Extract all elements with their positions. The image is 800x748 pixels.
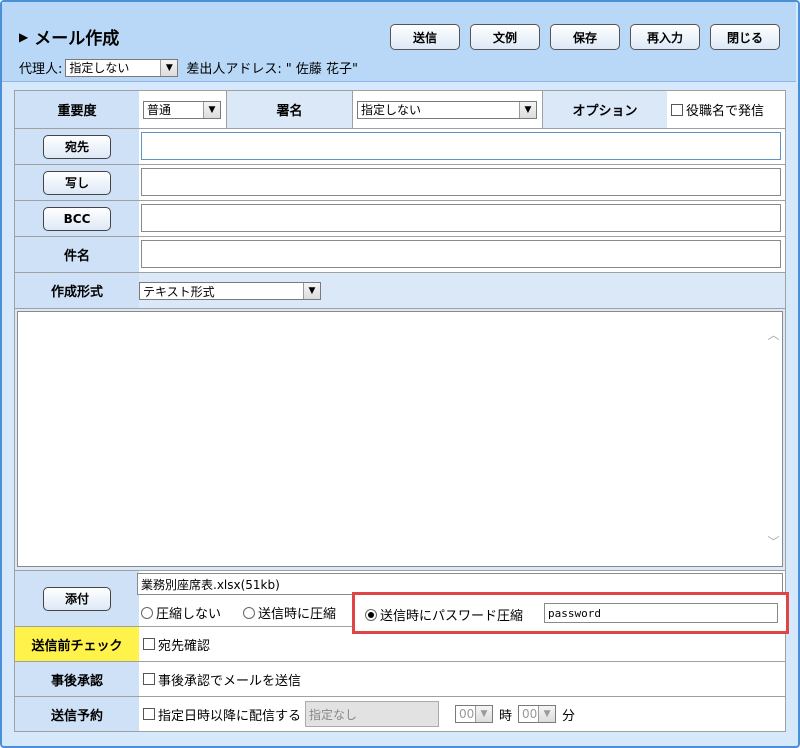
cc-row: 写し [15,165,785,201]
compress-send-label: 送信時に圧縮 [258,607,337,622]
format-cell: テキスト形式 ▼ [139,273,321,309]
option-label: オプション [543,91,667,128]
sender-label: 差出人アドレス: [186,62,282,77]
compress-none-option[interactable]: 圧縮しない [141,603,221,622]
proxy-select-value: 指定しない [69,61,130,75]
proxy-select[interactable]: 指定しない ▼ [65,58,179,77]
approval-label: 事後承認 [15,662,139,696]
title-send-checkbox[interactable] [671,103,683,116]
minute-select[interactable]: 00 ▼ [518,705,557,723]
cc-input[interactable] [141,168,781,196]
format-select-value: テキスト形式 [143,284,215,299]
approval-option-label: 事後承認でメールを送信 [158,673,302,689]
compress-password-radio[interactable] [365,608,377,621]
attach-label-cell: 添付 [15,571,139,626]
password-compress-highlight: 送信時にパスワード圧縮 password [352,592,789,634]
compress-none-label: 圧縮しない [156,607,222,622]
send-button[interactable]: 送信 [390,24,460,50]
bcc-row: BCC [15,201,785,237]
format-select[interactable]: テキスト形式 ▼ [139,282,321,300]
chevron-down-icon: ▼ [538,706,556,722]
subject-label: 件名 [15,237,139,272]
compress-none-radio[interactable] [141,606,153,619]
schedule-row: 送信予約 指定日時以降に配信する 指定なし 00 ▼ 時 00 ▼ 分 [15,697,785,731]
to-input[interactable] [141,132,781,160]
bcc-button[interactable]: BCC [43,206,111,231]
attach-button[interactable]: 添付 [43,586,111,611]
schedule-option-label: 指定日時以降に配信する [158,708,302,724]
approval-row: 事後承認 事後承認でメールを送信 [15,662,785,697]
body-row: ︿ ﹀ [15,309,785,571]
chevron-down-icon: ▼ [160,59,178,76]
priority-select[interactable]: 普通 ▼ [143,100,221,119]
proxy-line: 代理人: 指定しない ▼ 差出人アドレス: " 佐藤 花子" [19,58,358,77]
bcc-input[interactable] [141,204,781,232]
priority-label: 重要度 [15,91,139,128]
compose-form: 重要度 普通 ▼ 署名 指定しない ▼ オプション 役職名で発信 宛先 写し B… [14,90,786,732]
proxy-label: 代理人: [19,62,63,77]
subject-input[interactable] [141,240,781,268]
password-input[interactable]: password [544,603,778,623]
reenter-button[interactable]: 再入力 [630,24,700,50]
scroll-up-icon[interactable]: ︿ [765,326,782,343]
hour-unit: 時 [499,708,513,724]
approval-cell: 事後承認でメールを送信 [143,662,301,696]
body-textarea[interactable]: ︿ ﹀ [17,311,783,567]
schedule-label: 送信予約 [15,697,139,731]
chevron-down-icon: ▼ [475,706,493,722]
page-title-text: メール作成 [34,29,120,49]
play-triangle-icon: ▶ [19,29,29,44]
close-button[interactable]: 閉じる [710,24,780,50]
subject-row: 件名 [15,237,785,273]
to-row: 宛先 [15,129,785,165]
compress-password-label: 送信時にパスワード圧縮 [380,609,524,624]
signature-label: 署名 [227,91,353,128]
chevron-down-icon: ▼ [303,283,320,299]
schedule-checkbox[interactable] [143,708,155,720]
precheck-cell: 宛先確認 [143,627,210,661]
save-button[interactable]: 保存 [550,24,620,50]
format-label: 作成形式 [15,273,139,308]
bcc-label-cell: BCC [15,201,139,236]
signature-select-value: 指定しない [361,103,422,117]
approval-checkbox[interactable] [143,673,155,685]
sender-value: " 佐藤 花子" [285,62,359,77]
option-cell: 役職名で発信 [671,91,785,128]
priority-row: 重要度 普通 ▼ 署名 指定しない ▼ オプション 役職名で発信 [15,91,785,129]
compress-send-option[interactable]: 送信時に圧縮 [243,603,336,622]
priority-cell: 普通 ▼ [139,91,227,128]
recipient-check-checkbox[interactable] [143,638,155,650]
compress-password-option[interactable]: 送信時にパスワード圧縮 [365,605,523,624]
priority-select-value: 普通 [147,103,172,117]
recipient-check-label: 宛先確認 [158,638,211,654]
signature-cell: 指定しない ▼ [353,91,543,128]
chevron-down-icon: ▼ [203,101,220,118]
schedule-date-input[interactable]: 指定なし [305,701,440,727]
hour-select[interactable]: 00 ▼ [455,705,494,723]
signature-select[interactable]: 指定しない ▼ [357,100,537,119]
precheck-label: 送信前チェック [15,627,139,661]
body-scrollbar[interactable]: ︿ ﹀ [765,312,782,566]
schedule-cell: 指定日時以降に配信する 指定なし 00 ▼ 時 00 ▼ 分 [143,697,575,731]
cc-button[interactable]: 写し [43,170,111,195]
to-label-cell: 宛先 [15,129,139,164]
scroll-down-icon[interactable]: ﹀ [765,533,782,550]
hour-select-value: 00 [459,707,475,721]
minute-select-value: 00 [522,707,538,721]
chevron-down-icon: ▼ [519,101,536,118]
header-bar: ▶ メール作成 送信 文例 保存 再入力 閉じる 代理人: 指定しない ▼ 差出… [2,2,796,82]
to-button[interactable]: 宛先 [43,134,111,159]
template-button[interactable]: 文例 [470,24,540,50]
minute-unit: 分 [562,708,576,724]
attachment-file[interactable]: 業務別座席表.xlsx(51kb) [141,576,280,593]
page-title: ▶ メール作成 [19,24,119,49]
compress-send-radio[interactable] [243,606,255,619]
format-row: 作成形式 テキスト形式 ▼ [15,273,785,309]
cc-label-cell: 写し [15,165,139,200]
title-send-label: 役職名で発信 [686,104,765,119]
